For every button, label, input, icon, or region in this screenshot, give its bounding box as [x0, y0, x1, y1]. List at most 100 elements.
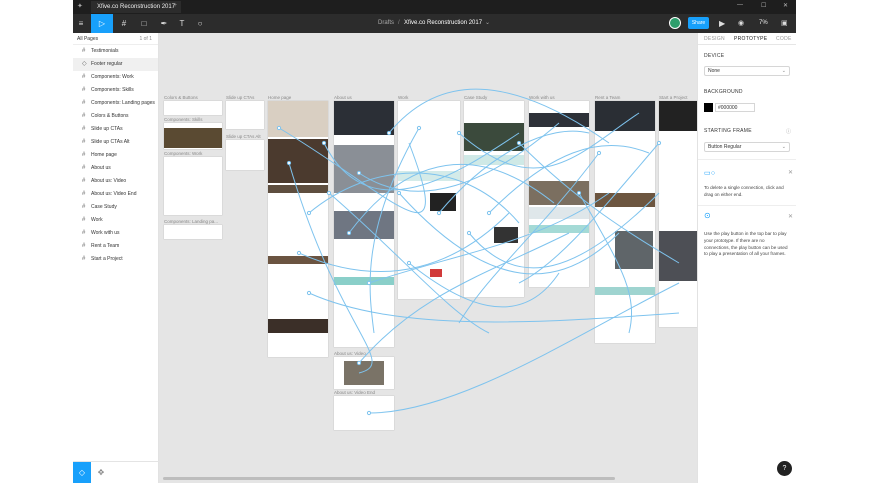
tab-code[interactable]: CODE: [776, 33, 792, 45]
layer-item[interactable]: # About us: Video: [73, 175, 158, 188]
breadcrumb-folder[interactable]: Drafts: [378, 14, 394, 33]
layer-label: Case Study: [91, 204, 117, 210]
connection-wire[interactable]: [368, 282, 680, 414]
connection-handle[interactable]: [406, 260, 412, 266]
minimize-button[interactable]: —: [737, 2, 743, 8]
share-button[interactable]: Share: [688, 17, 709, 29]
pages-selector[interactable]: All Pages 1 of 1: [73, 33, 158, 45]
close-hint-icon[interactable]: ✕: [788, 213, 793, 220]
connection-wire[interactable]: [369, 127, 420, 334]
connection-handle[interactable]: [306, 290, 312, 296]
connection-wire[interactable]: [308, 172, 520, 224]
tab-design[interactable]: DESIGN: [704, 33, 725, 45]
layer-item[interactable]: # Testimonials: [73, 45, 158, 58]
text-tool-icon[interactable]: T: [175, 14, 189, 33]
connection-handle[interactable]: [356, 360, 362, 366]
background-hex-input[interactable]: #000000: [715, 103, 755, 112]
avatar[interactable]: [669, 17, 681, 29]
layer-item[interactable]: # Components: Landing pages: [73, 97, 158, 110]
zoom-level[interactable]: 7%: [759, 14, 768, 33]
frame-icon: #: [82, 217, 86, 223]
help-button[interactable]: ?: [777, 461, 792, 476]
connection-handle[interactable]: [486, 210, 492, 216]
connection-wire[interactable]: [308, 292, 680, 323]
connection-handle[interactable]: [326, 190, 332, 196]
device-select[interactable]: None ⌄: [704, 66, 790, 76]
connection-handle[interactable]: [286, 160, 292, 166]
connection-handle[interactable]: [366, 280, 372, 286]
frame-icon: #: [82, 100, 86, 106]
layer-item[interactable]: # Rent a Team: [73, 240, 158, 253]
connection-handle[interactable]: [356, 170, 362, 176]
hamburger-menu-icon[interactable]: ≡: [73, 14, 89, 33]
connection-handle[interactable]: [436, 210, 442, 216]
layer-item[interactable]: ◇ Footer regular: [73, 58, 158, 71]
connection-wire[interactable]: [458, 112, 640, 169]
present-play-icon[interactable]: ▶: [719, 14, 725, 33]
shape-tool-icon[interactable]: □: [135, 14, 153, 33]
close-window-button[interactable]: ✕: [783, 2, 788, 9]
layer-item[interactable]: # Start a Project: [73, 253, 158, 266]
horizontal-scrollbar[interactable]: [163, 477, 615, 480]
connection-handle[interactable]: [366, 410, 372, 416]
background-swatch[interactable]: [704, 103, 713, 112]
layer-label: Start a Project: [91, 256, 123, 262]
move-tool-icon[interactable]: ▷: [91, 14, 113, 33]
frame-icon: #: [82, 191, 86, 197]
connection-handle[interactable]: [596, 150, 602, 156]
info-icon[interactable]: ⓘ: [786, 128, 791, 135]
hint-connection-text: To delete a single connection, click and…: [704, 185, 784, 197]
connection-handle[interactable]: [276, 125, 282, 131]
connection-handle[interactable]: [656, 140, 662, 146]
frame-icon: #: [82, 74, 86, 80]
file-menu-caret-icon[interactable]: ⌄: [485, 14, 490, 33]
pen-tool-icon[interactable]: ✒: [155, 14, 173, 33]
maximize-button[interactable]: ☐: [761, 2, 766, 9]
layer-item[interactable]: # Colors & Buttons: [73, 110, 158, 123]
connection-handle[interactable]: [416, 125, 422, 131]
connection-handle[interactable]: [516, 140, 522, 146]
layer-item[interactable]: # Slide up CTAs: [73, 123, 158, 136]
component-icon: ◇: [82, 61, 87, 67]
components-toggle-icon[interactable]: ✥: [95, 462, 107, 483]
connection-handle[interactable]: [306, 210, 312, 216]
connection-wire[interactable]: [488, 145, 650, 214]
library-book-icon[interactable]: ▣: [781, 14, 788, 33]
connection-handle[interactable]: [396, 190, 402, 196]
layer-item[interactable]: # Slide up CTAs Alt: [73, 136, 158, 149]
layers-toggle-icon[interactable]: ◇: [73, 462, 91, 483]
tab-prototype[interactable]: PROTOTYPE: [734, 33, 767, 45]
connection-handle[interactable]: [466, 230, 472, 236]
connection-handle[interactable]: [296, 250, 302, 256]
figma-logo-icon[interactable]: ✦: [77, 3, 85, 11]
document-tab[interactable]: Xfive.co Reconstruction 2017: [91, 1, 182, 13]
starting-frame-heading: STARTING FRAME: [704, 128, 752, 134]
device-heading: DEVICE: [704, 53, 725, 59]
layer-item[interactable]: # Home page: [73, 149, 158, 162]
connection-handle[interactable]: [576, 190, 582, 196]
file-name[interactable]: Xfive.co Reconstruction 2017: [404, 14, 482, 33]
connection-wire[interactable]: [388, 88, 610, 144]
starting-frame-select[interactable]: Button Regular ⌄: [704, 142, 790, 152]
connection-wire[interactable]: [408, 262, 560, 308]
connection-handle[interactable]: [346, 230, 352, 236]
layer-item[interactable]: # Work with us: [73, 227, 158, 240]
comment-tool-icon[interactable]: ○: [193, 14, 207, 33]
layer-label: Home page: [91, 152, 117, 158]
connection-handle[interactable]: [456, 130, 462, 136]
view-eye-icon[interactable]: ◉: [738, 14, 744, 33]
connection-wire[interactable]: [438, 130, 590, 214]
connection-handle[interactable]: [321, 140, 327, 146]
canvas[interactable]: Colors & Buttons Slide up CTAs Slide up …: [159, 33, 697, 483]
layer-item[interactable]: # Components: Skills: [73, 84, 158, 97]
new-tab-button[interactable]: +: [173, 2, 177, 9]
close-hint-icon[interactable]: ✕: [788, 169, 793, 176]
frame-icon: #: [82, 204, 86, 210]
layer-item[interactable]: # Case Study: [73, 201, 158, 214]
layer-item[interactable]: # About us: [73, 162, 158, 175]
layer-item[interactable]: # Components: Work: [73, 71, 158, 84]
layer-item[interactable]: # Work: [73, 214, 158, 227]
frame-tool-icon[interactable]: #: [115, 14, 133, 33]
layer-item[interactable]: # About us: Video End: [73, 188, 158, 201]
connection-handle[interactable]: [386, 130, 392, 136]
